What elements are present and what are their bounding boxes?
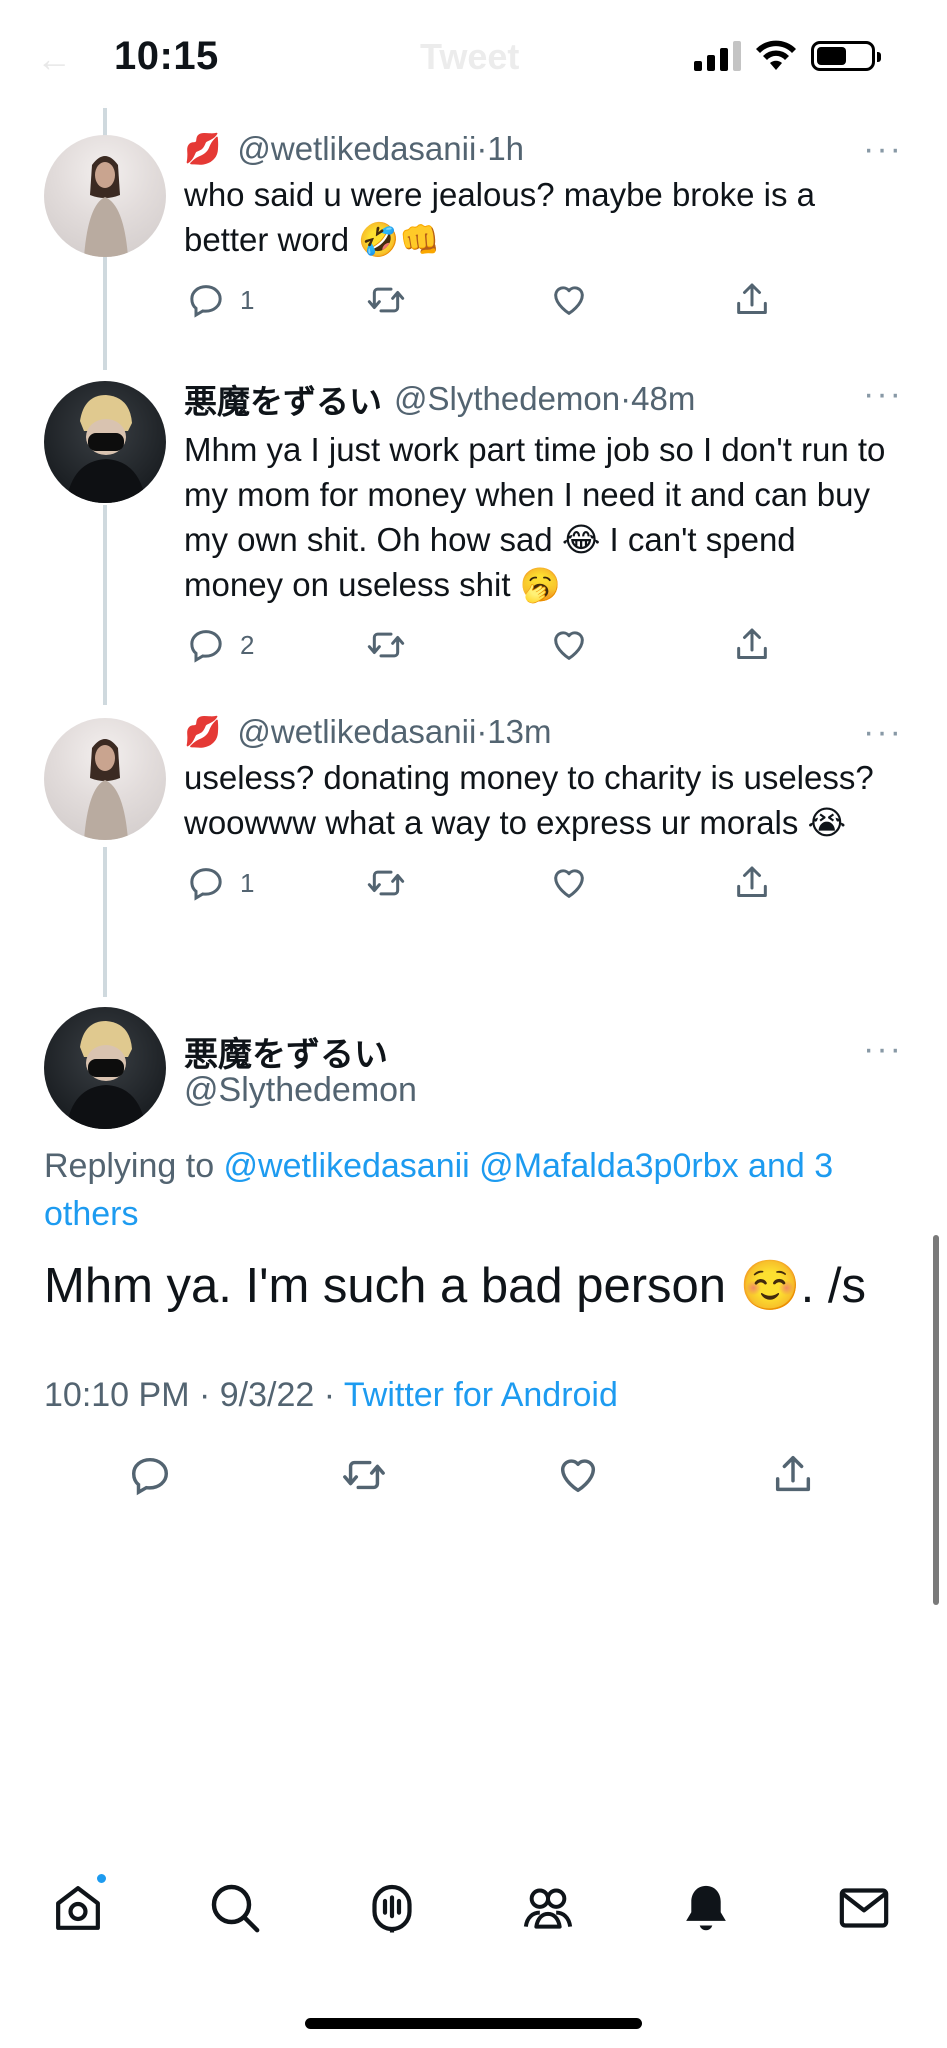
reply-button[interactable] xyxy=(127,1452,173,1498)
share-icon xyxy=(737,866,767,897)
home-icon xyxy=(56,1886,100,1930)
back-arrow-icon[interactable]: ← xyxy=(36,38,72,80)
retweet-icon xyxy=(343,1460,385,1490)
thread-line xyxy=(103,505,107,705)
tweet-meta: 悪魔をずるい @Slythedemon · 48m xyxy=(184,375,903,423)
like-button[interactable] xyxy=(549,280,589,320)
user-handle[interactable]: @Slythedemon xyxy=(394,380,620,418)
display-name[interactable]: 💋 xyxy=(184,132,221,167)
separator: · xyxy=(476,130,488,167)
heart-icon xyxy=(554,869,584,898)
avatar[interactable] xyxy=(44,381,166,503)
share-button[interactable] xyxy=(732,863,772,903)
header-title: Tweet xyxy=(420,36,520,77)
like-button[interactable] xyxy=(555,1452,601,1498)
retweet-icon xyxy=(367,287,405,313)
more-options-icon[interactable]: ··· xyxy=(863,1030,903,1069)
search-icon xyxy=(211,1884,260,1933)
tweet-datetime: 10:10 PM · 9/3/22 · xyxy=(44,1376,344,1414)
share-button[interactable] xyxy=(732,280,772,320)
tweet-actions: 2 xyxy=(184,625,903,669)
separator: · xyxy=(620,380,632,417)
system-icons xyxy=(694,40,881,72)
retweet-icon xyxy=(367,632,405,658)
display-name[interactable]: 💋 xyxy=(184,715,221,750)
heart-icon xyxy=(554,286,584,315)
retweet-icon xyxy=(367,870,405,896)
scrollbar[interactable] xyxy=(933,1235,939,1605)
reply-icon xyxy=(131,1457,169,1496)
battery-icon xyxy=(811,41,881,71)
reply-count: 1 xyxy=(240,867,255,898)
display-name[interactable]: 悪魔をずるい xyxy=(184,375,382,423)
avatar[interactable] xyxy=(44,718,166,840)
separator: · xyxy=(476,713,488,750)
tweet-meta: 💋 @wetlikedasanii · 1h xyxy=(184,130,903,168)
more-options-icon[interactable]: ··· xyxy=(863,713,903,752)
nav-notifications[interactable] xyxy=(678,1880,734,1936)
tweet-time: 48m xyxy=(631,380,696,417)
user-handle[interactable]: @wetlikedasanii xyxy=(237,130,476,168)
tweet-text: Mhm ya I just work part time job so I do… xyxy=(184,431,886,603)
thread-line xyxy=(103,847,107,997)
bottom-nav xyxy=(0,1872,947,1960)
like-button[interactable] xyxy=(549,625,589,665)
reply-count: 2 xyxy=(240,629,255,660)
reply-button[interactable]: 1 xyxy=(186,863,254,903)
share-button[interactable] xyxy=(732,625,772,665)
communities-icon xyxy=(523,1888,573,1929)
reply-button[interactable]: 2 xyxy=(186,625,254,665)
tweet-timestamp: 10:10 PM · 9/3/22 · Twitter for Android xyxy=(44,1376,618,1415)
replying-prefix: Replying to xyxy=(44,1147,224,1185)
share-icon xyxy=(737,283,767,314)
display-name[interactable]: 悪魔をずるい xyxy=(184,1027,388,1076)
more-options-icon[interactable]: ··· xyxy=(863,375,903,414)
tweet-meta: 💋 @wetlikedasanii · 13m xyxy=(184,713,903,751)
nav-communities[interactable] xyxy=(520,1880,576,1936)
cellular-signal-icon xyxy=(694,41,741,71)
tweet-actions: 1 xyxy=(184,280,903,324)
status-bar: ← Tweet 10:15 xyxy=(0,0,947,108)
retweet-button[interactable] xyxy=(366,863,406,903)
reply-icon xyxy=(190,285,222,318)
home-indicator[interactable] xyxy=(305,2018,642,2029)
spaces-icon xyxy=(372,1884,412,1933)
reply-icon xyxy=(190,630,222,663)
nav-messages[interactable] xyxy=(836,1880,892,1936)
wifi-icon xyxy=(756,40,796,70)
heart-icon xyxy=(560,1459,596,1493)
nav-spaces[interactable] xyxy=(364,1880,420,1936)
share-icon xyxy=(775,1456,811,1492)
more-options-icon[interactable]: ··· xyxy=(863,130,903,169)
share-icon xyxy=(737,628,767,659)
tweet-source-link[interactable]: Twitter for Android xyxy=(344,1376,618,1414)
reply-button[interactable]: 1 xyxy=(186,280,254,320)
retweet-button[interactable] xyxy=(341,1452,387,1498)
user-handle[interactable]: @Slythedemon xyxy=(184,1071,417,1110)
reply-icon xyxy=(190,868,222,901)
like-button[interactable] xyxy=(549,863,589,903)
tweet-time: 1h xyxy=(487,130,525,167)
replying-to: Replying to @wetlikedasanii @Mafalda3p0r… xyxy=(44,1142,904,1238)
avatar[interactable] xyxy=(44,135,166,257)
home-notification-dot xyxy=(95,1872,108,1885)
nav-home[interactable] xyxy=(50,1872,108,1936)
status-time: 10:15 xyxy=(114,34,219,78)
bell-icon xyxy=(686,1885,726,1931)
tweet-text: who said u were jealous? maybe broke is … xyxy=(184,176,816,258)
avatar[interactable] xyxy=(44,1007,166,1129)
reply-count: 1 xyxy=(240,284,255,315)
retweet-button[interactable] xyxy=(366,280,406,320)
tweet-text: useless? donating money to charity is us… xyxy=(184,759,874,841)
mail-icon xyxy=(839,1888,889,1928)
nav-search[interactable] xyxy=(207,1880,263,1936)
main-tweet-text: Mhm ya. I'm such a bad person ☺️. /s xyxy=(44,1259,867,1313)
user-handle[interactable]: @wetlikedasanii xyxy=(237,713,476,751)
retweet-button[interactable] xyxy=(366,625,406,665)
tweet-actions: 1 xyxy=(184,863,903,907)
heart-icon xyxy=(554,631,584,660)
tweet-time: 13m xyxy=(487,713,552,750)
share-button[interactable] xyxy=(770,1452,816,1498)
